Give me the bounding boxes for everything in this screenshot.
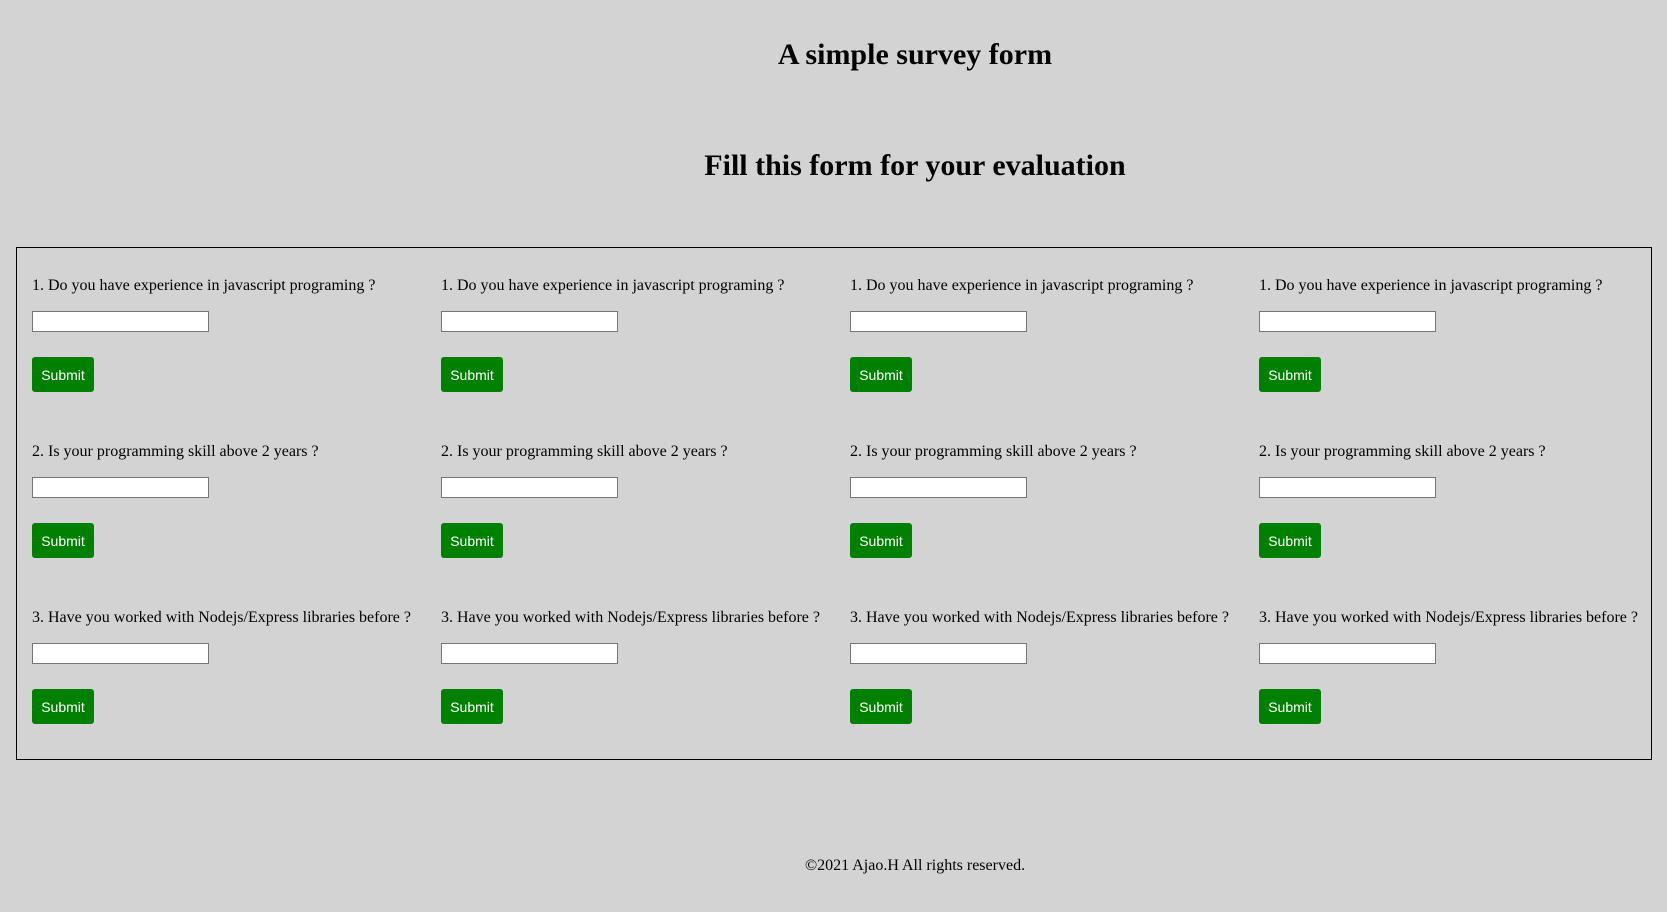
answer-input[interactable] <box>441 477 618 498</box>
answer-input[interactable] <box>850 311 1027 332</box>
answer-input[interactable] <box>850 477 1027 498</box>
submit-button[interactable]: Submit <box>1259 523 1321 558</box>
question-label: 3. Have you worked with Nodejs/Express l… <box>441 609 820 626</box>
question-label: 1. Do you have experience in javascript … <box>441 277 785 294</box>
submit-button[interactable]: Submit <box>32 689 94 724</box>
answer-input[interactable] <box>441 311 618 332</box>
answer-input[interactable] <box>1259 643 1436 664</box>
question-label: 3. Have you worked with Nodejs/Express l… <box>850 609 1229 626</box>
submit-button[interactable]: Submit <box>850 523 912 558</box>
question-label: 2. Is your programming skill above 2 yea… <box>441 443 728 460</box>
submit-button[interactable]: Submit <box>850 357 912 392</box>
submit-button[interactable]: Submit <box>32 357 94 392</box>
question-label: 1. Do you have experience in javascript … <box>850 277 1194 294</box>
question-label: 2. Is your programming skill above 2 yea… <box>850 443 1137 460</box>
question-label: 2. Is your programming skill above 2 yea… <box>1259 443 1546 460</box>
submit-button[interactable]: Submit <box>850 689 912 724</box>
question-label: 3. Have you worked with Nodejs/Express l… <box>32 609 411 626</box>
answer-input[interactable] <box>850 643 1027 664</box>
answer-input[interactable] <box>441 643 618 664</box>
footer-copyright: ©2021 Ajao.H All rights reserved. <box>804 857 1026 874</box>
answer-input[interactable] <box>32 643 209 664</box>
submit-button[interactable]: Submit <box>1259 357 1321 392</box>
submit-button[interactable]: Submit <box>32 523 94 558</box>
page-subtitle: Fill this form for your evaluation <box>704 149 1126 182</box>
question-label: 2. Is your programming skill above 2 yea… <box>32 443 319 460</box>
submit-button[interactable]: Submit <box>441 523 503 558</box>
answer-input[interactable] <box>1259 311 1436 332</box>
survey-form: 1. Do you have experience in javascript … <box>16 247 1652 760</box>
answer-input[interactable] <box>1259 477 1436 498</box>
question-label: 1. Do you have experience in javascript … <box>1259 277 1603 294</box>
submit-button[interactable]: Submit <box>1259 689 1321 724</box>
page-title: A simple survey form <box>777 38 1053 71</box>
submit-button[interactable]: Submit <box>441 357 503 392</box>
question-label: 3. Have you worked with Nodejs/Express l… <box>1259 609 1638 626</box>
question-label: 1. Do you have experience in javascript … <box>32 277 376 294</box>
answer-input[interactable] <box>32 477 209 498</box>
submit-button[interactable]: Submit <box>441 689 503 724</box>
answer-input[interactable] <box>32 311 209 332</box>
